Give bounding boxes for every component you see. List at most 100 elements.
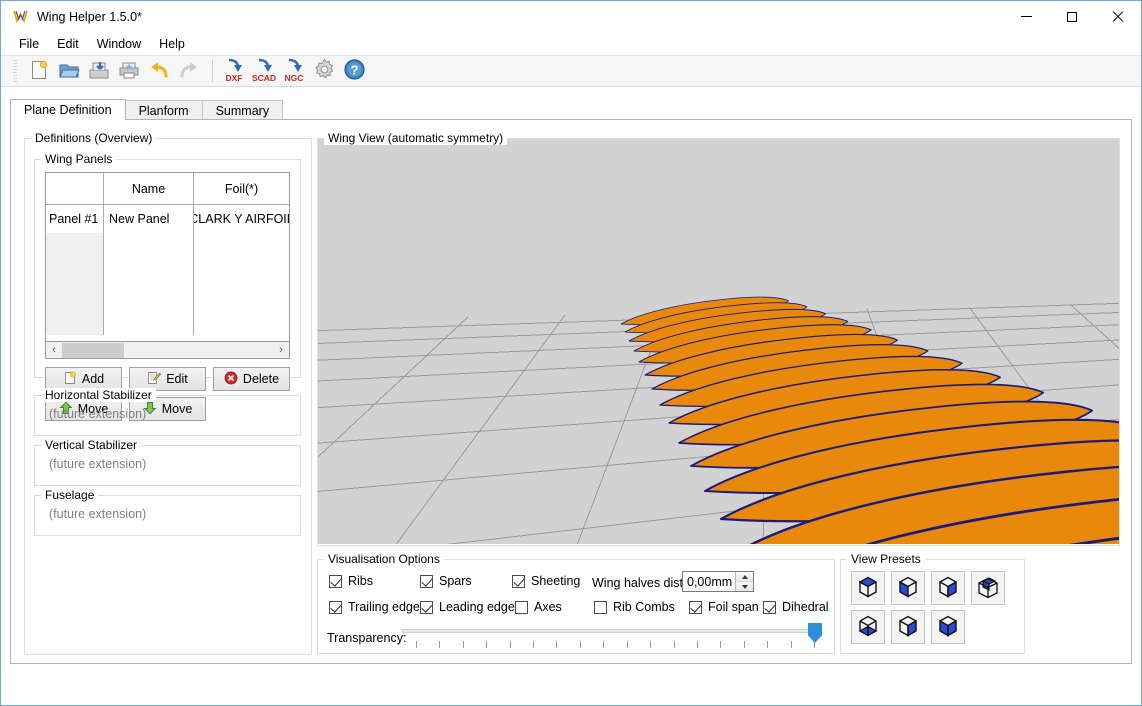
export-scad-icon: SCAD (250, 57, 278, 86)
checkbox-leading-edge-label: Leading edge (439, 600, 515, 614)
menu-edit[interactable]: Edit (48, 34, 88, 54)
vertical-stabilizer-title: Vertical Stabilizer (41, 438, 142, 452)
print-icon (118, 59, 140, 84)
menu-bar: File Edit Window Help (1, 32, 1141, 55)
visualisation-options-body: Ribs Spars Sheeting Wing halves dist.: 0… (317, 559, 835, 654)
wing-view-3d-canvas[interactable] (318, 139, 1119, 544)
new-file-icon (28, 59, 50, 84)
view-preset-iso-button[interactable] (971, 571, 1005, 605)
maximize-button[interactable] (1049, 1, 1095, 32)
checkbox-axes[interactable]: Axes (515, 600, 562, 614)
slider-tick (767, 641, 768, 648)
checkbox-leading-edge[interactable]: Leading edge (420, 600, 515, 614)
transparency-slider-thumb[interactable] (808, 623, 822, 643)
window-controls (1003, 1, 1141, 32)
toolbar-grip[interactable] (13, 60, 17, 82)
export-dxf-button[interactable]: DXF (220, 57, 248, 85)
view-preset-top-button[interactable] (851, 571, 885, 605)
fuselage-title: Fuselage (41, 488, 99, 502)
view-preset-bottom-button[interactable] (851, 610, 885, 644)
view-preset-right-button[interactable] (931, 571, 965, 605)
add-button-label: Add (81, 372, 105, 386)
minimize-button[interactable] (1003, 1, 1049, 32)
close-button[interactable] (1095, 1, 1141, 32)
view-preset-back-button[interactable] (891, 610, 925, 644)
view-preset-left-button[interactable] (931, 610, 965, 644)
view-presets-title: View Presets (847, 552, 925, 566)
spinner-decrement-button[interactable] (736, 582, 753, 591)
checkbox-spars-label: Spars (439, 574, 472, 588)
scrollbar-thumb[interactable] (62, 342, 124, 358)
slider-tick (697, 641, 698, 648)
checkbox-foil-span-label: Foil span (708, 600, 759, 614)
slider-tick (439, 641, 440, 648)
spinner-increment-button[interactable] (736, 572, 753, 582)
svg-text:?: ? (350, 63, 358, 78)
checkbox-sheeting[interactable]: Sheeting (512, 574, 580, 588)
tab-summary[interactable]: Summary (201, 100, 284, 120)
checkbox-sheeting-label: Sheeting (531, 574, 581, 588)
close-icon (1112, 11, 1124, 23)
checkbox-ribs[interactable]: Ribs (329, 574, 373, 588)
menu-file[interactable]: File (10, 34, 48, 54)
scroll-right-arrow-icon[interactable]: › (273, 343, 289, 358)
checkbox-rib-combs[interactable]: Rib Combs (594, 600, 675, 614)
table-row[interactable]: Panel #1 New Panel CLARK Y AIRFOIL (46, 205, 289, 233)
definitions-title: Definitions (Overview) (31, 131, 157, 145)
wing-panels-title: Wing Panels (41, 152, 117, 166)
tab-planform[interactable]: Planform (124, 100, 203, 120)
slider-tick (510, 641, 511, 648)
fuselage-placeholder: (future extension) (49, 507, 147, 521)
tab-plane-definition[interactable]: Plane Definition (10, 99, 126, 120)
title-bar-left: Wing Helper 1.5.0* (12, 1, 142, 32)
toolbar-separator (212, 60, 213, 82)
checkbox-dihedral[interactable]: Dihedral (763, 600, 829, 614)
slider-tick (791, 641, 792, 648)
horizontal-stabilizer-group: Horizontal Stabilizer (future extension) (34, 388, 301, 436)
export-ngc-button[interactable]: NGC (280, 57, 308, 85)
menu-help[interactable]: Help (150, 34, 194, 54)
new-file-button[interactable] (25, 57, 53, 85)
view-preset-front-button[interactable] (891, 571, 925, 605)
visualisation-options-group: Visualisation Options Ribs Spars Sheetin… (317, 552, 835, 654)
undo-button[interactable] (145, 57, 173, 85)
wing-halves-dist-value[interactable]: 0,00mm (683, 575, 735, 589)
save-button[interactable] (85, 57, 113, 85)
toolbar: DXF SCAD NGC ? (1, 55, 1141, 87)
table-horizontal-scrollbar[interactable]: ‹ › (45, 342, 290, 359)
checkbox-leading-edge-box (420, 600, 433, 614)
view-preset-front-icon (895, 574, 921, 603)
view-preset-bottom-icon (855, 613, 881, 642)
checkbox-rib-combs-box (594, 600, 607, 614)
transparency-slider[interactable] (402, 621, 822, 653)
menu-window[interactable]: Window (88, 34, 150, 54)
cell-panel-index: Panel #1 (49, 212, 99, 226)
export-dxf-icon: DXF (221, 57, 247, 86)
wing-panels-table[interactable]: Name Foil(*) Panel #1 New Panel CLARK Y … (45, 172, 290, 342)
slider-tick (603, 641, 604, 648)
export-scad-button[interactable]: SCAD (250, 57, 278, 85)
view-preset-right-icon (935, 574, 961, 603)
open-file-button[interactable] (55, 57, 83, 85)
help-button[interactable]: ? (340, 57, 368, 85)
delete-panel-button[interactable]: Delete (213, 367, 290, 391)
checkbox-dihedral-label: Dihedral (782, 600, 829, 614)
checkbox-foil-span[interactable]: Foil span (689, 600, 759, 614)
title-bar: Wing Helper 1.5.0* (1, 1, 1141, 32)
scroll-left-arrow-icon[interactable]: ‹ (46, 343, 62, 358)
header-cell-foil: Foil(*) (193, 173, 289, 205)
scrollbar-track[interactable] (62, 342, 273, 358)
checkbox-trailing-edge[interactable]: Trailing edge (329, 600, 420, 614)
wing-halves-dist-spinner[interactable]: 0,00mm (682, 571, 754, 592)
print-button[interactable] (115, 57, 143, 85)
redo-button[interactable] (175, 57, 203, 85)
transparency-slider-track[interactable] (402, 629, 822, 633)
slider-tick (556, 641, 557, 648)
wing-helper-logo-icon (12, 8, 29, 25)
checkbox-spars[interactable]: Spars (420, 574, 472, 588)
slider-tick (486, 641, 487, 648)
view-preset-top-icon (855, 574, 881, 603)
view-preset-left-icon (935, 613, 961, 642)
tab-content-plane-definition: Definitions (Overview) Wing Panels Name … (10, 119, 1132, 664)
settings-button[interactable] (310, 57, 338, 85)
